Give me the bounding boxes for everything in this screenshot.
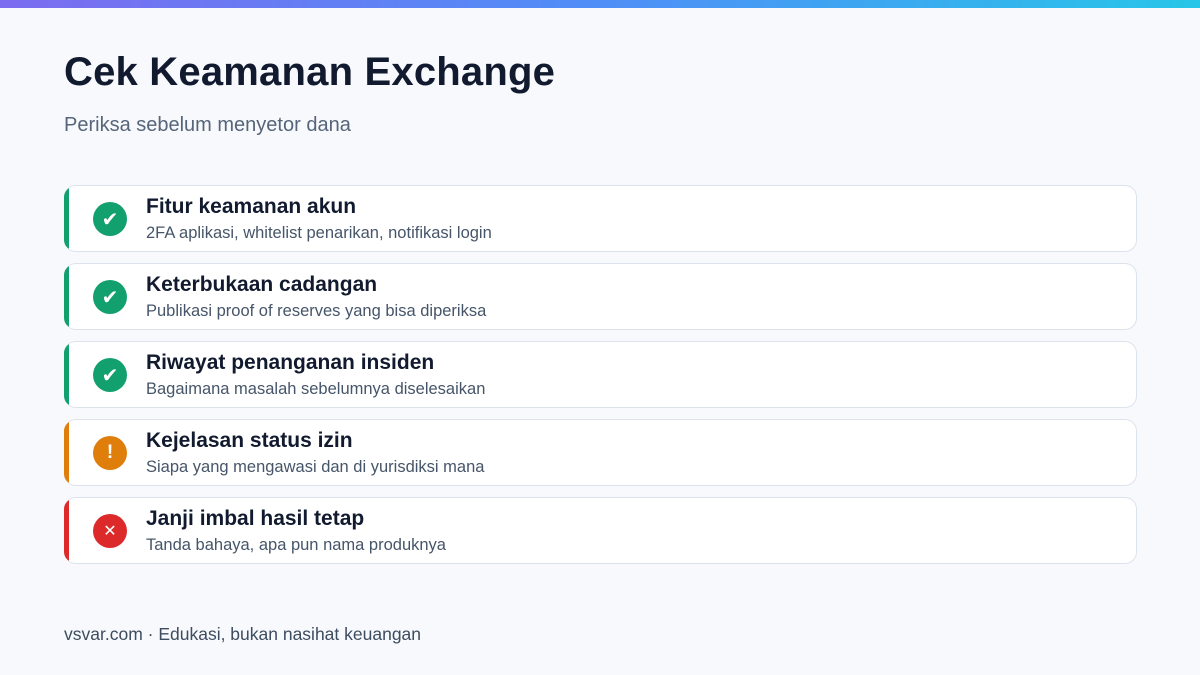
check-icon: ✔ [93, 358, 127, 392]
footer-note: vsvar.com · Edukasi, bukan nasihat keuan… [64, 624, 422, 644]
check-icon: ✔ [93, 280, 127, 314]
status-accent-bar [64, 342, 69, 407]
item-description: Tanda bahaya, apa pun nama produknya [146, 536, 446, 554]
cross-icon: ✕ [93, 514, 127, 548]
item-description: Siapa yang mengawasi dan di yurisdiksi m… [146, 458, 485, 476]
item-description: 2FA aplikasi, whitelist penarikan, notif… [146, 224, 492, 242]
status-accent-bar [64, 186, 69, 251]
status-accent-bar [64, 498, 69, 563]
item-title: Fitur keamanan akun [146, 195, 357, 218]
item-description: Bagaimana masalah sebelumnya diselesaika… [146, 380, 486, 398]
checklist-item: ✔ Keterbukaan cadangan Publikasi proof o… [64, 263, 1137, 330]
item-title: Janji imbal hasil tetap [146, 507, 365, 530]
page-title: Cek Keamanan Exchange [64, 50, 556, 94]
status-accent-bar [64, 264, 69, 329]
check-icon: ✔ [93, 202, 127, 236]
checklist-item: ! Kejelasan status izin Siapa yang menga… [64, 419, 1137, 486]
item-description: Publikasi proof of reserves yang bisa di… [146, 302, 487, 320]
top-gradient-bar [0, 0, 1200, 8]
exclamation-icon: ! [93, 436, 127, 470]
checklist-item: ✔ Fitur keamanan akun 2FA aplikasi, whit… [64, 185, 1137, 252]
checklist-item: ✕ Janji imbal hasil tetap Tanda bahaya, … [64, 497, 1137, 564]
item-title: Keterbukaan cadangan [146, 273, 378, 296]
item-title: Kejelasan status izin [146, 429, 353, 452]
status-accent-bar [64, 420, 69, 485]
checklist: ✔ Fitur keamanan akun 2FA aplikasi, whit… [64, 185, 1137, 575]
item-title: Riwayat penanganan insiden [146, 351, 435, 374]
checklist-item: ✔ Riwayat penanganan insiden Bagaimana m… [64, 341, 1137, 408]
page-subtitle: Periksa sebelum menyetor dana [64, 114, 351, 136]
